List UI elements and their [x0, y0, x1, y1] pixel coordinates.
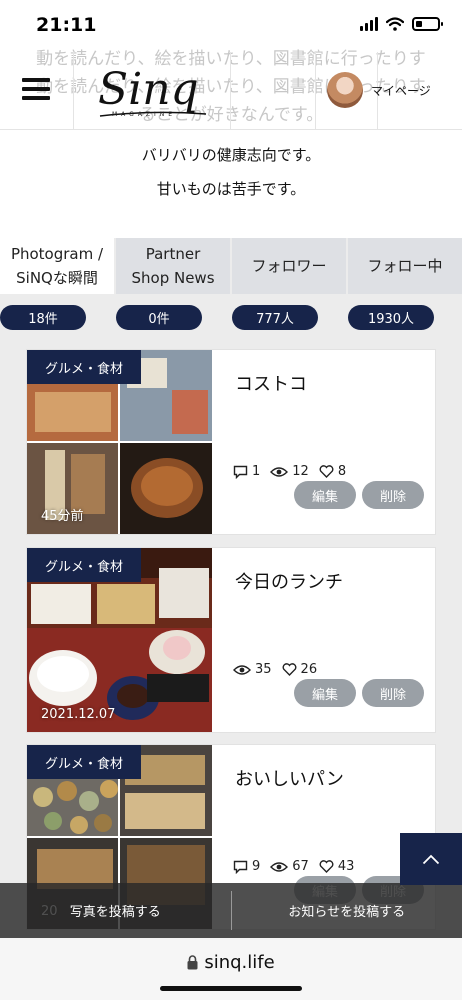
view-stat: 67: [270, 859, 309, 874]
view-stat: 35: [233, 662, 272, 677]
category-badge: グルメ・食材: [27, 350, 142, 384]
site-header: 動を読んだり、絵を描いたり、図書館に行ったりす 動を読んだり、絵を描いたり、図書…: [0, 49, 462, 130]
post-card[interactable]: グルメ・食材 45分前 コストコ 1 12 8 編集 削除: [26, 349, 436, 535]
avatar: [327, 72, 363, 108]
menu-button[interactable]: [22, 78, 50, 100]
profile-tabs: Photogram / SiNQな瞬間 Partner Shop News フォロワ…: [0, 238, 462, 294]
post-photo-button[interactable]: 写真を投稿する: [0, 883, 231, 938]
post-action-bar: 写真を投稿する お知らせを投稿する: [0, 883, 462, 938]
battery-icon: [412, 17, 443, 31]
heart-icon: [282, 663, 296, 676]
heart-icon: [319, 465, 334, 478]
browser-bar: sinq.life: [0, 938, 462, 1000]
count-badge-photogram: 18件: [0, 305, 86, 330]
count-badge-followers: 777人: [232, 305, 318, 330]
post-date: 2021.12.07: [41, 707, 116, 722]
post-stats: 35 26: [233, 662, 317, 677]
post-title: 今日のランチ: [235, 572, 343, 593]
tab-photogram[interactable]: Photogram / SiNQな瞬間: [0, 238, 114, 294]
comment-stat: 9: [233, 859, 260, 874]
comment-icon: [233, 860, 248, 874]
heart-icon: [319, 860, 334, 873]
address-bar[interactable]: sinq.life: [0, 952, 462, 973]
wifi-icon: [386, 17, 404, 31]
comment-icon: [233, 465, 248, 479]
category-badge: グルメ・食材: [27, 745, 142, 779]
mypage-link[interactable]: マイページ: [327, 72, 431, 108]
delete-button[interactable]: 削除: [362, 481, 424, 509]
home-indicator: [160, 986, 302, 991]
status-time: 21:11: [36, 14, 97, 36]
scroll-top-button[interactable]: [400, 833, 462, 885]
view-stat: 12: [270, 464, 309, 479]
post-stats: 1 12 8: [233, 464, 346, 479]
logo-subtitle: MAGAZINE: [112, 111, 177, 118]
status-icons: [360, 17, 443, 31]
url-text: sinq.life: [204, 952, 275, 973]
mypage-label: マイページ: [371, 83, 431, 98]
eye-icon: [270, 861, 289, 872]
svg-text:Sinq: Sinq: [98, 64, 199, 115]
tab-followers[interactable]: フォロワー: [232, 238, 346, 294]
eye-icon: [233, 664, 251, 675]
eye-icon: [270, 466, 289, 477]
comment-stat: 1: [233, 464, 260, 479]
post-title: コストコ: [235, 374, 307, 395]
post-thumbnail: グルメ・食材 45分前: [27, 350, 212, 534]
edit-button[interactable]: 編集: [294, 679, 356, 707]
like-stat[interactable]: 8: [319, 464, 346, 479]
chevron-up-icon: [422, 854, 440, 864]
post-card[interactable]: グルメ・食材 2021.12.07 今日のランチ 35 26 編集 削除: [26, 547, 436, 733]
post-stats: 9 67 43: [233, 859, 354, 874]
like-stat[interactable]: 43: [319, 859, 354, 874]
count-badge-partner: 0件: [116, 305, 202, 330]
category-badge: グルメ・食材: [27, 548, 142, 582]
tab-partner-shop-news[interactable]: Partner Shop News: [116, 238, 230, 294]
profile-text: バリバリの健康志向です。: [141, 146, 321, 164]
post-news-button[interactable]: お知らせを投稿する: [232, 883, 462, 938]
delete-button[interactable]: 削除: [362, 679, 424, 707]
like-stat[interactable]: 26: [282, 662, 317, 677]
tab-following[interactable]: フォロー中: [348, 238, 462, 294]
edit-button[interactable]: 編集: [294, 481, 356, 509]
post-thumbnail: グルメ・食材 2021.12.07: [27, 548, 212, 732]
post-date: 45分前: [41, 509, 84, 524]
post-title: おいしいパン: [235, 769, 344, 790]
profile-text-behind-header: 動を読んだり、絵を描いたり、図書館に行ったりす: [0, 44, 462, 69]
profile-text: 甘いものは苦手です。: [156, 180, 306, 198]
count-badge-following: 1930人: [348, 305, 434, 330]
lock-icon: [187, 955, 198, 970]
signal-icon: [360, 17, 378, 31]
